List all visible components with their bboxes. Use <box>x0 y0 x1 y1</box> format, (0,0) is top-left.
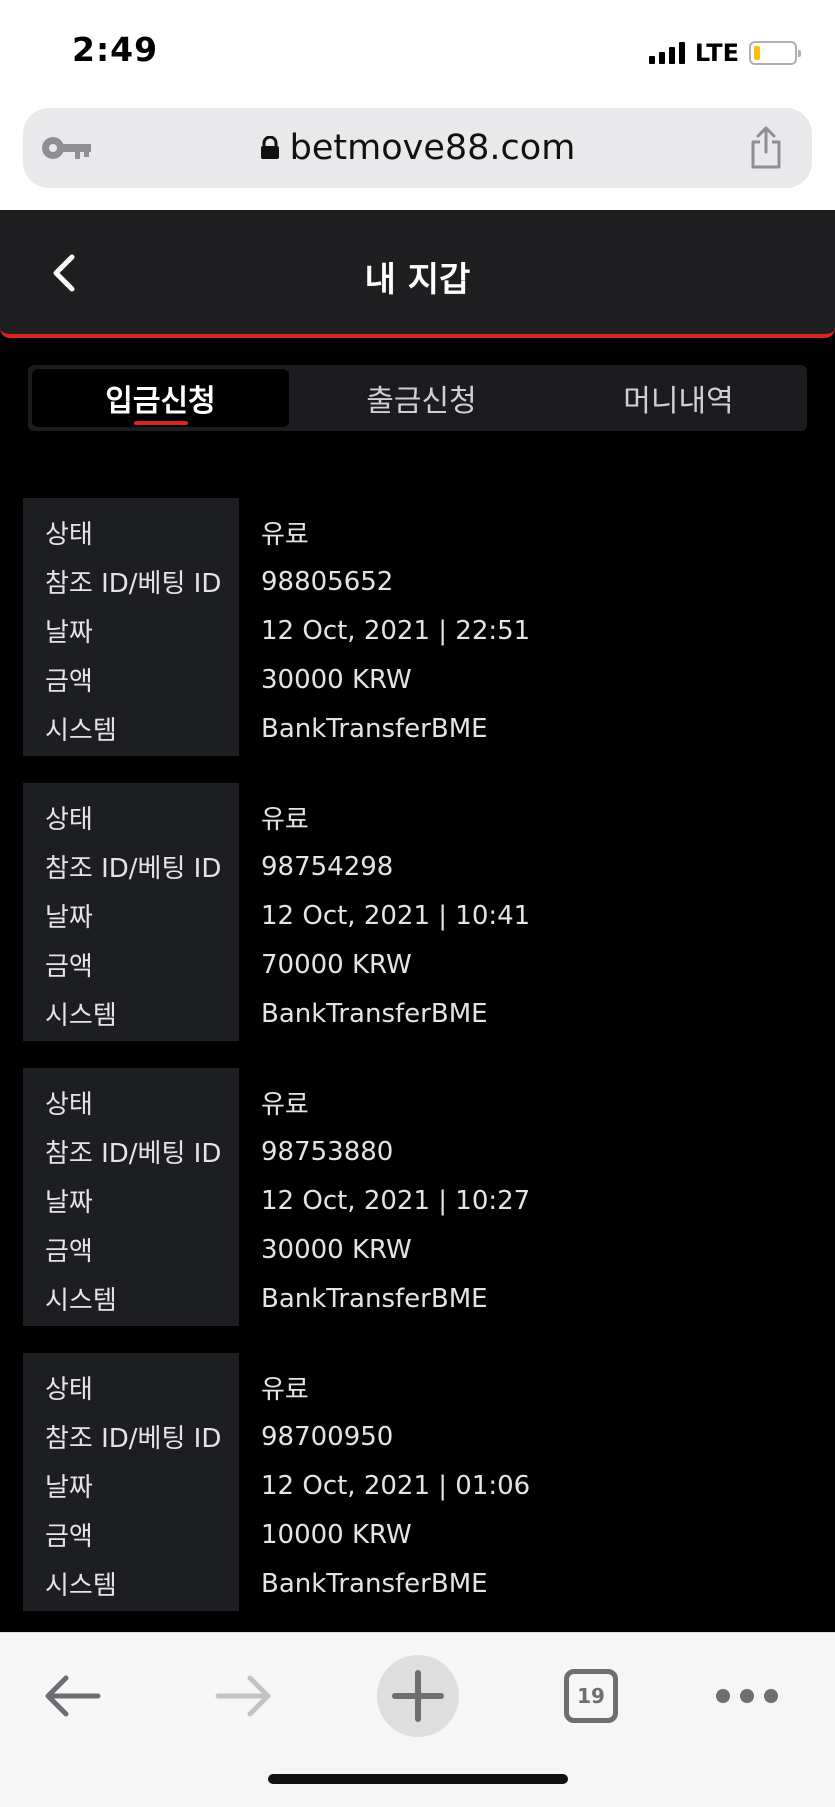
record-row-ref-id: 참조 ID/베팅 ID 98700950 <box>23 1412 813 1461</box>
new-tab-button[interactable] <box>377 1655 459 1737</box>
plus-icon <box>392 1670 444 1722</box>
system-value: BankTransferBME <box>261 713 488 744</box>
record-row-date: 날짜 12 Oct, 2021 | 10:41 <box>23 891 813 940</box>
arrow-right-icon <box>215 1675 271 1717</box>
record-row-amount: 금액 70000 KRW <box>23 940 813 989</box>
system-label: 시스템 <box>45 1001 117 1031</box>
network-type: LTE <box>694 39 739 67</box>
ref-id-label: 참조 ID/베팅 ID <box>45 1139 222 1169</box>
status-label: 상태 <box>45 1090 93 1120</box>
record-row-status: 상태 유료 <box>23 1363 813 1412</box>
status-time: 2:49 <box>72 30 159 69</box>
deposit-record: 상태 유료참조 ID/베팅 ID 98754298 날짜 12 Oct, 2021 | … <box>23 783 813 1041</box>
date-value: 12 Oct, 2021 | 01:06 <box>261 1470 531 1501</box>
browser-back-button[interactable] <box>36 1661 108 1731</box>
amount-value: 30000 KRW <box>261 1234 412 1265</box>
date-label: 날짜 <box>45 618 93 648</box>
record-row-date: 날짜 12 Oct, 2021 | 10:27 <box>23 1176 813 1225</box>
status-value: 유료 <box>261 1375 309 1405</box>
system-value: BankTransferBME <box>261 998 488 1029</box>
system-value: BankTransferBME <box>261 1568 488 1599</box>
more-dots-icon <box>716 1689 778 1703</box>
record-row-system: 시스템 BankTransferBME <box>23 1274 813 1323</box>
date-value: 12 Oct, 2021 | 10:27 <box>261 1185 531 1216</box>
ref-id-value: 98753880 <box>261 1136 394 1167</box>
record-row-date: 날짜 12 Oct, 2021 | 22:51 <box>23 606 813 655</box>
ref-id-label: 참조 ID/베팅 ID <box>45 569 222 599</box>
date-label: 날짜 <box>45 903 93 933</box>
status-bar: 2:49 LTE <box>0 0 835 100</box>
tab-deposit-request[interactable]: 입금신청 <box>32 369 289 427</box>
ref-id-value: 98700950 <box>261 1421 394 1452</box>
status-indicators: LTE <box>648 38 801 68</box>
deposit-records: 상태 유료 참조 ID/베팅 ID 98805652 날짜 12 Oct, 2021 | … <box>23 498 813 1638</box>
status-label: 상태 <box>45 805 93 835</box>
lock-icon <box>260 136 279 159</box>
page-title: 내 지갑 <box>364 260 471 300</box>
app-header: 내 지갑 <box>0 210 835 338</box>
wallet-tabs: 입금신청 출금신청 머니내역 <box>28 365 807 431</box>
system-label: 시스템 <box>45 1571 117 1601</box>
date-value: 12 Oct, 2021 | 22:51 <box>261 615 531 646</box>
browser-toolbar: betmove88.com <box>0 100 835 210</box>
url-text: betmove88.com <box>289 128 576 168</box>
record-row-ref-id: 참조 ID/베팅 ID 98753880 <box>23 1127 813 1176</box>
date-label: 날짜 <box>45 1188 93 1218</box>
arrow-left-icon <box>45 1675 101 1717</box>
address-bar[interactable]: betmove88.com <box>23 108 812 188</box>
home-indicator <box>268 1774 568 1784</box>
status-value: 유료 <box>261 805 309 835</box>
amount-label: 금액 <box>45 667 93 697</box>
status-label: 상태 <box>45 1375 93 1405</box>
amount-label: 금액 <box>45 1522 93 1552</box>
signal-icon <box>648 42 685 64</box>
date-value: 12 Oct, 2021 | 10:41 <box>261 900 531 931</box>
record-row-date: 날짜 12 Oct, 2021 | 01:06 <box>23 1461 813 1510</box>
record-row-status: 상태 유료 <box>23 508 813 557</box>
record-row-amount: 금액 30000 KRW <box>23 1225 813 1274</box>
amount-value: 70000 KRW <box>261 949 412 980</box>
status-label: 상태 <box>45 520 93 550</box>
amount-value: 10000 KRW <box>261 1519 412 1550</box>
record-row-status: 상태 유료 <box>23 1078 813 1127</box>
ref-id-label: 참조 ID/베팅 ID <box>45 1424 222 1454</box>
record-row-ref-id: 참조 ID/베팅 ID 98805652 <box>23 557 813 606</box>
ref-id-value: 98754298 <box>261 851 394 882</box>
tab-withdrawal-request[interactable]: 출금신청 <box>293 365 550 431</box>
deposit-record: 상태 유료참조 ID/베팅 ID 98700950 날짜 12 Oct, 2021 | … <box>23 1353 813 1611</box>
record-row-amount: 금액 10000 KRW <box>23 1510 813 1559</box>
system-label: 시스템 <box>45 716 117 746</box>
date-label: 날짜 <box>45 1473 93 1503</box>
record-row-amount: 금액 30000 KRW <box>23 655 813 704</box>
amount-label: 금액 <box>45 952 93 982</box>
tab-money-history[interactable]: 머니내역 <box>550 365 807 431</box>
tabs-button[interactable]: 19 <box>560 1661 622 1731</box>
record-row-system: 시스템 BankTransferBME <box>23 704 813 753</box>
record-row-system: 시스템 BankTransferBME <box>23 1559 813 1608</box>
status-value: 유료 <box>261 520 309 550</box>
ref-id-label: 참조 ID/베팅 ID <box>45 854 222 884</box>
status-value: 유료 <box>261 1090 309 1120</box>
browser-forward-button[interactable] <box>208 1661 280 1731</box>
share-icon[interactable] <box>748 124 784 170</box>
amount-label: 금액 <box>45 1237 93 1267</box>
battery-icon <box>749 41 801 65</box>
system-label: 시스템 <box>45 1286 117 1316</box>
ref-id-value: 98805652 <box>261 566 394 597</box>
record-row-ref-id: 참조 ID/베팅 ID 98754298 <box>23 842 813 891</box>
record-row-system: 시스템 BankTransferBME <box>23 989 813 1038</box>
tab-count: 19 <box>564 1669 618 1723</box>
more-button[interactable] <box>712 1661 782 1731</box>
system-value: BankTransferBME <box>261 1283 488 1314</box>
deposit-record: 상태 유료참조 ID/베팅 ID 98805652 날짜 12 Oct, 2021 | … <box>23 498 813 756</box>
amount-value: 30000 KRW <box>261 664 412 695</box>
record-row-status: 상태 유료 <box>23 793 813 842</box>
deposit-record: 상태 유료참조 ID/베팅 ID 98753880 날짜 12 Oct, 2021 | … <box>23 1068 813 1326</box>
